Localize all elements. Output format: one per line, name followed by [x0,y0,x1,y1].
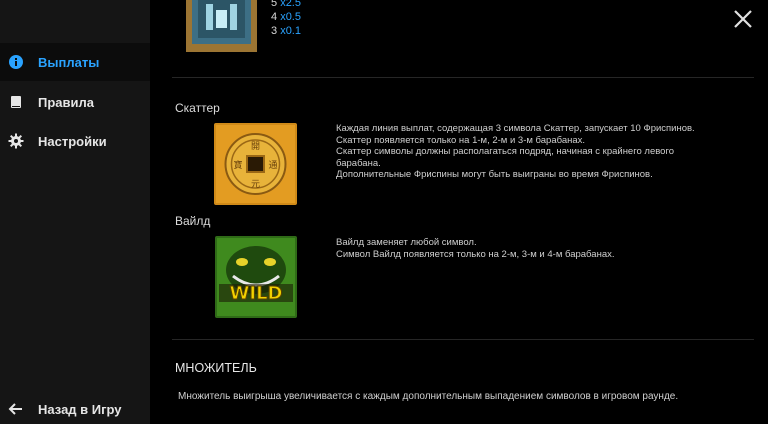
back-label: Назад в Игру [38,401,122,417]
wild-description: Вайлд заменяет любой символ. Символ Вайл… [336,237,615,260]
sidebar-item-payouts[interactable]: Выплаты [0,43,150,81]
pay-row: 3 x0.1 [271,25,301,37]
multiplier-description: Множитель выигрыша увеличивается с кажды… [178,391,679,402]
wild-text: WILD [230,283,283,304]
wild-symbol: WILD [215,236,297,318]
totem-symbol [186,0,257,52]
sidebar-item-rules[interactable]: Правила [0,83,150,121]
divider [172,77,754,78]
sidebar: Выплаты Правила Настройки Назад в Игру [0,0,150,424]
divider [172,339,754,340]
scatter-title: Скаттер [175,101,220,115]
svg-text:寶: 寶 [233,159,242,171]
sidebar-item-label: Настройки [38,133,107,149]
sidebar-item-label: Выплаты [38,54,100,70]
close-icon [734,10,752,28]
back-to-game-button[interactable]: Назад в Игру [0,396,150,422]
svg-text:開: 開 [251,141,260,152]
gear-icon [8,133,24,149]
pay-row: 4 x0.5 [271,11,301,23]
svg-text:通: 通 [268,160,277,171]
book-icon [8,94,24,110]
sidebar-item-label: Правила [38,94,94,110]
close-button[interactable] [732,8,754,30]
sidebar-item-settings[interactable]: Настройки [0,122,150,160]
scatter-coin-symbol: 開 元 寶 通 [214,123,297,205]
info-icon [8,54,24,70]
arrow-left-icon [8,401,24,417]
pay-row: 5 x2.5 [271,0,301,9]
svg-text:元: 元 [251,180,260,190]
scatter-description: Каждая линия выплат, содержащая 3 символ… [336,123,695,180]
wild-title: Вайлд [175,214,211,228]
multiplier-title: МНОЖИТЕЛЬ [175,361,257,375]
